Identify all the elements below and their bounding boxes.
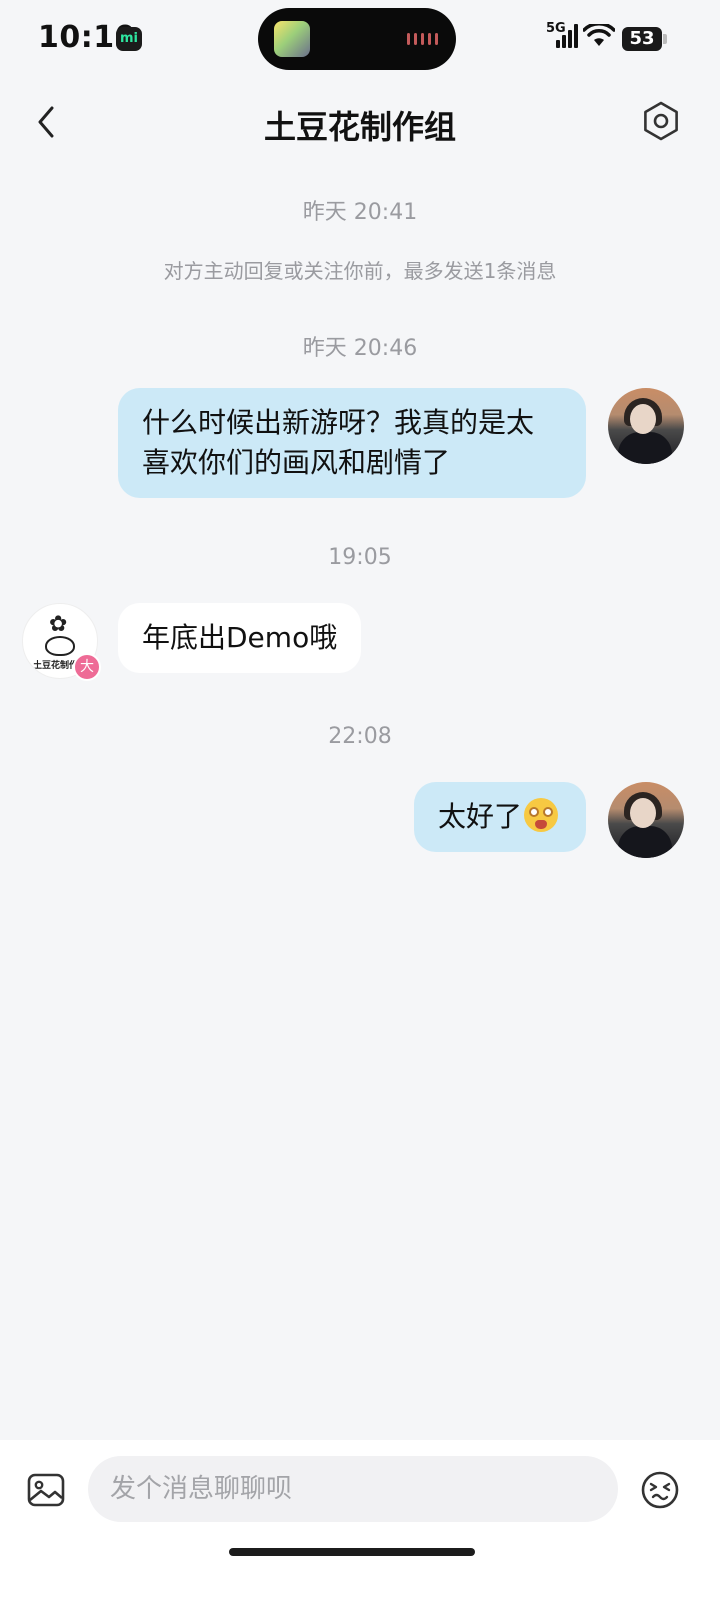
dynamic-island[interactable] <box>258 8 456 70</box>
message-text-line: 什么时候出新游呀？我真的是太 <box>142 406 535 439</box>
message-input[interactable] <box>88 1456 618 1522</box>
starstruck-emoji-icon <box>524 798 559 832</box>
status-bar: 10:10 mi 5G 53 <box>0 0 720 80</box>
timestamp: 昨天 20:41 <box>302 200 418 225</box>
system-notice: 对方主动回复或关注你前，最多发送1条消息 <box>163 259 557 283</box>
audio-bars-icon <box>407 33 438 45</box>
outgoing-message-bubble[interactable]: 什么时候出新游呀？我真的是太 喜欢你们的画风和剧情了 <box>118 388 586 498</box>
emoji-icon[interactable] <box>640 1470 680 1510</box>
incoming-message-bubble[interactable]: 年底出Demo哦 <box>118 603 362 673</box>
page-title: 土豆花制作组 <box>263 108 456 146</box>
settings-icon[interactable] <box>640 100 682 142</box>
battery-indicator: 53 <box>622 27 667 51</box>
message-text: 年底出Demo哦 <box>142 621 338 654</box>
my-avatar[interactable] <box>608 388 684 464</box>
chat-header: 土豆花制作组 <box>0 88 720 154</box>
outgoing-message-bubble[interactable]: 太好了 <box>414 782 586 852</box>
verified-badge: 大 <box>73 653 101 681</box>
timestamp: 昨天 20:46 <box>302 336 418 361</box>
mi-notification-icon: mi <box>116 27 142 51</box>
message-text: 太好了 <box>438 800 523 833</box>
message-input-bar <box>0 1440 720 1601</box>
image-icon[interactable] <box>26 1470 66 1510</box>
wifi-icon <box>583 24 615 46</box>
my-avatar[interactable] <box>608 782 684 858</box>
flower-logo-icon: ✿ <box>49 612 68 637</box>
message-text-line: 喜欢你们的画风和剧情了 <box>142 446 451 479</box>
timestamp: 19:05 <box>328 545 392 570</box>
potato-logo-icon <box>45 636 75 656</box>
island-app-thumbnail <box>274 21 310 57</box>
signal-icon <box>556 24 578 48</box>
timestamp: 22:08 <box>328 724 392 749</box>
home-indicator[interactable] <box>229 1548 475 1556</box>
